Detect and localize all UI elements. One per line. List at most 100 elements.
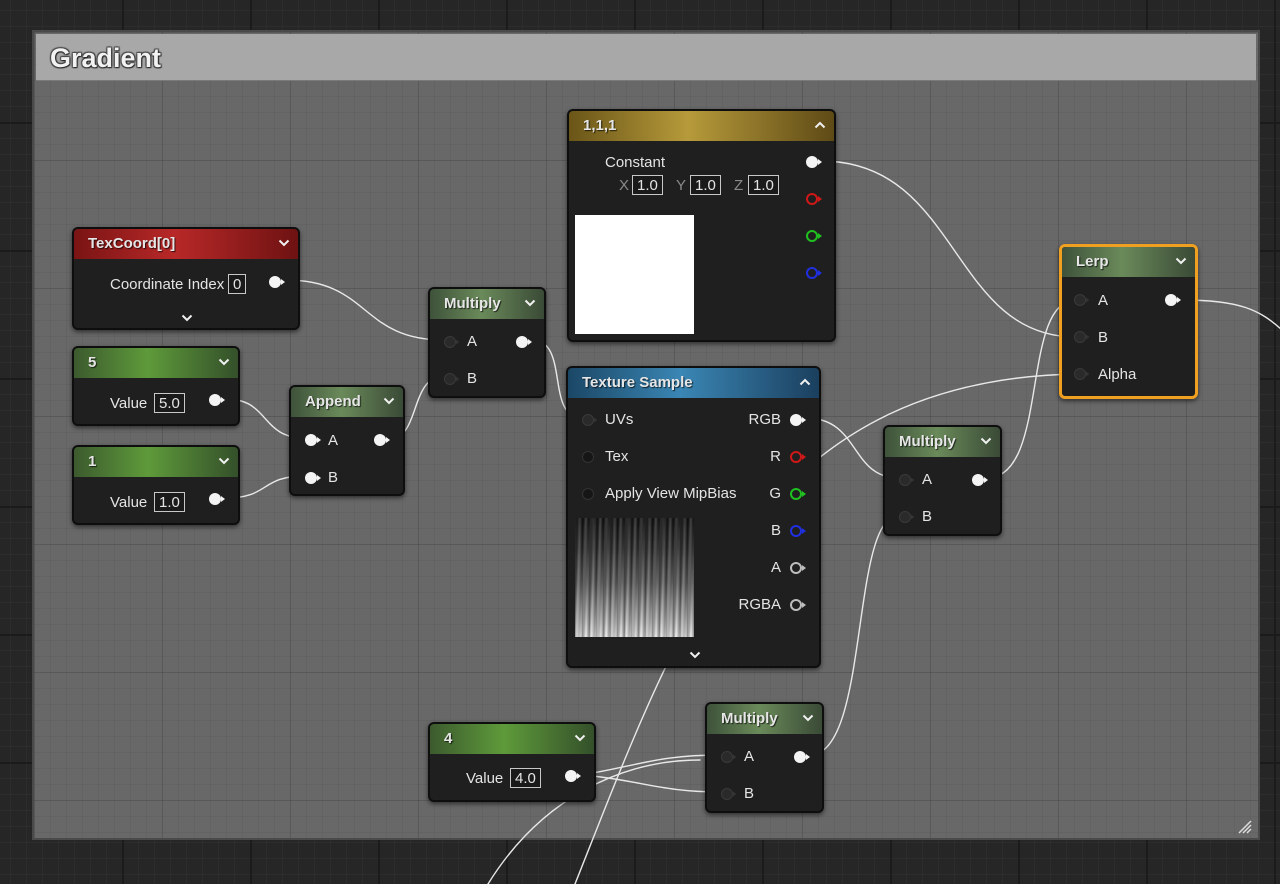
pin-alpha-label: Alpha — [1098, 366, 1137, 383]
input-pin-mipbias[interactable] — [581, 487, 599, 501]
node-title: Multiply — [899, 433, 956, 450]
output-pin-rgb[interactable] — [789, 413, 807, 427]
constant-5-node[interactable]: 5 Value 5.0 — [72, 346, 240, 426]
chevron-down-icon[interactable] — [278, 237, 290, 249]
input-pin-b[interactable] — [898, 510, 916, 524]
node-header[interactable]: Append — [291, 387, 403, 417]
chevron-down-icon[interactable] — [180, 312, 194, 324]
output-pin-g[interactable] — [805, 229, 823, 243]
append-node[interactable]: Append A B — [289, 385, 405, 496]
output-pin[interactable] — [971, 473, 989, 487]
pin-a-label: A — [467, 333, 478, 350]
chevron-down-icon[interactable] — [524, 297, 536, 309]
output-pin[interactable] — [268, 275, 286, 289]
chevron-down-icon[interactable] — [802, 712, 814, 724]
output-pin[interactable] — [564, 769, 582, 783]
color-preview-swatch — [575, 215, 694, 334]
input-pin-b[interactable] — [720, 787, 738, 801]
value-field[interactable]: 4.0 — [510, 768, 541, 788]
input-pin-b[interactable] — [1073, 330, 1091, 344]
chevron-up-icon[interactable] — [799, 376, 811, 388]
node-header[interactable]: 1 — [74, 447, 238, 477]
a-output-label: A — [770, 559, 781, 576]
y-value-field[interactable]: 1.0 — [690, 175, 721, 195]
chevron-down-icon[interactable] — [383, 395, 395, 407]
constant3vector-node[interactable]: 1,1,1 Constant X 1.0 Y 1.0 Z 1.0 — [567, 109, 836, 342]
node-title: 4 — [444, 730, 453, 747]
node-title: Append — [305, 393, 361, 410]
input-pin-a[interactable] — [898, 473, 916, 487]
wire-constant-to-lerp-b — [820, 160, 1077, 338]
b-output-label: B — [770, 522, 781, 539]
uvs-label: UVs — [605, 411, 634, 428]
output-pin[interactable] — [1164, 293, 1182, 307]
coordinate-index-label: Coordinate Index — [110, 276, 225, 293]
output-pin[interactable] — [208, 393, 226, 407]
node-header[interactable]: 5 — [74, 348, 238, 378]
input-pin-a[interactable] — [720, 750, 738, 764]
chevron-down-icon[interactable] — [218, 455, 230, 467]
pin-b-label: B — [744, 785, 755, 802]
output-pin-r[interactable] — [805, 192, 823, 206]
node-header[interactable]: Texture Sample — [568, 368, 819, 398]
output-pin[interactable] — [208, 492, 226, 506]
z-value-field[interactable]: 1.0 — [748, 175, 779, 195]
input-pin-a[interactable] — [304, 433, 322, 447]
node-header[interactable]: Multiply — [430, 289, 544, 319]
node-title: Texture Sample — [582, 374, 693, 391]
value-label: Value — [466, 770, 504, 787]
wire-const4-to-multiply3-b — [581, 774, 722, 793]
output-pin[interactable] — [793, 750, 811, 764]
pin-b-label: B — [328, 469, 339, 486]
chevron-up-icon[interactable] — [814, 119, 826, 131]
texcoord-node[interactable]: TexCoord[0] Coordinate Index 0 — [72, 227, 300, 330]
chevron-down-icon[interactable] — [688, 649, 702, 661]
chevron-down-icon[interactable] — [574, 732, 586, 744]
x-label: X — [619, 177, 630, 194]
multiply-node-2[interactable]: Multiply A B — [883, 425, 1002, 536]
multiply-node-3[interactable]: Multiply A B — [705, 702, 824, 813]
constant-4-node[interactable]: 4 Value 4.0 — [428, 722, 596, 802]
pin-a-label: A — [744, 748, 755, 765]
input-pin-a[interactable] — [443, 335, 461, 349]
wire-texcoord-to-multiply1-a — [285, 279, 445, 341]
input-pin-uvs[interactable] — [581, 413, 599, 427]
output-pin-g[interactable] — [789, 487, 807, 501]
chevron-down-icon[interactable] — [1175, 255, 1187, 267]
output-pin-rgba[interactable] — [789, 598, 807, 612]
input-pin-alpha[interactable] — [1073, 367, 1091, 381]
value-field[interactable]: 1.0 — [154, 492, 185, 512]
node-header[interactable]: Multiply — [885, 427, 1000, 457]
chevron-down-icon[interactable] — [980, 435, 992, 447]
node-title: 5 — [88, 354, 97, 371]
y-label: Y — [676, 177, 687, 194]
node-header[interactable]: Multiply — [707, 704, 822, 734]
output-pin[interactable] — [515, 335, 533, 349]
multiply-node-1[interactable]: Multiply A B — [428, 287, 546, 398]
input-pin-tex[interactable] — [581, 450, 599, 464]
node-header[interactable]: TexCoord[0] — [74, 229, 298, 259]
coordinate-index-field[interactable]: 0 — [228, 274, 247, 294]
lerp-node[interactable]: Lerp A B Alpha — [1059, 244, 1198, 399]
node-header[interactable]: 4 — [430, 724, 594, 754]
output-pin-rgb[interactable] — [805, 155, 823, 169]
input-pin-b[interactable] — [304, 471, 322, 485]
output-pin-r[interactable] — [789, 450, 807, 464]
output-pin-a[interactable] — [789, 561, 807, 575]
output-pin-b[interactable] — [805, 266, 823, 280]
output-pin-b[interactable] — [789, 524, 807, 538]
texture-sample-node[interactable]: Texture Sample UVs Tex Apply View MipBia… — [566, 366, 821, 668]
value-field[interactable]: 5.0 — [154, 393, 185, 413]
x-value-field[interactable]: 1.0 — [632, 175, 663, 195]
node-header[interactable]: 1,1,1 — [569, 111, 834, 141]
chevron-down-icon[interactable] — [218, 356, 230, 368]
output-pin[interactable] — [373, 433, 391, 447]
node-header[interactable]: Lerp — [1062, 247, 1195, 277]
input-pin-a[interactable] — [1073, 293, 1091, 307]
texture-preview-thumbnail — [575, 518, 694, 637]
constant-1-node[interactable]: 1 Value 1.0 — [72, 445, 240, 525]
pin-a-label: A — [922, 471, 933, 488]
input-pin-b[interactable] — [443, 372, 461, 386]
pin-b-label: B — [467, 370, 478, 387]
node-title: Multiply — [721, 710, 778, 727]
